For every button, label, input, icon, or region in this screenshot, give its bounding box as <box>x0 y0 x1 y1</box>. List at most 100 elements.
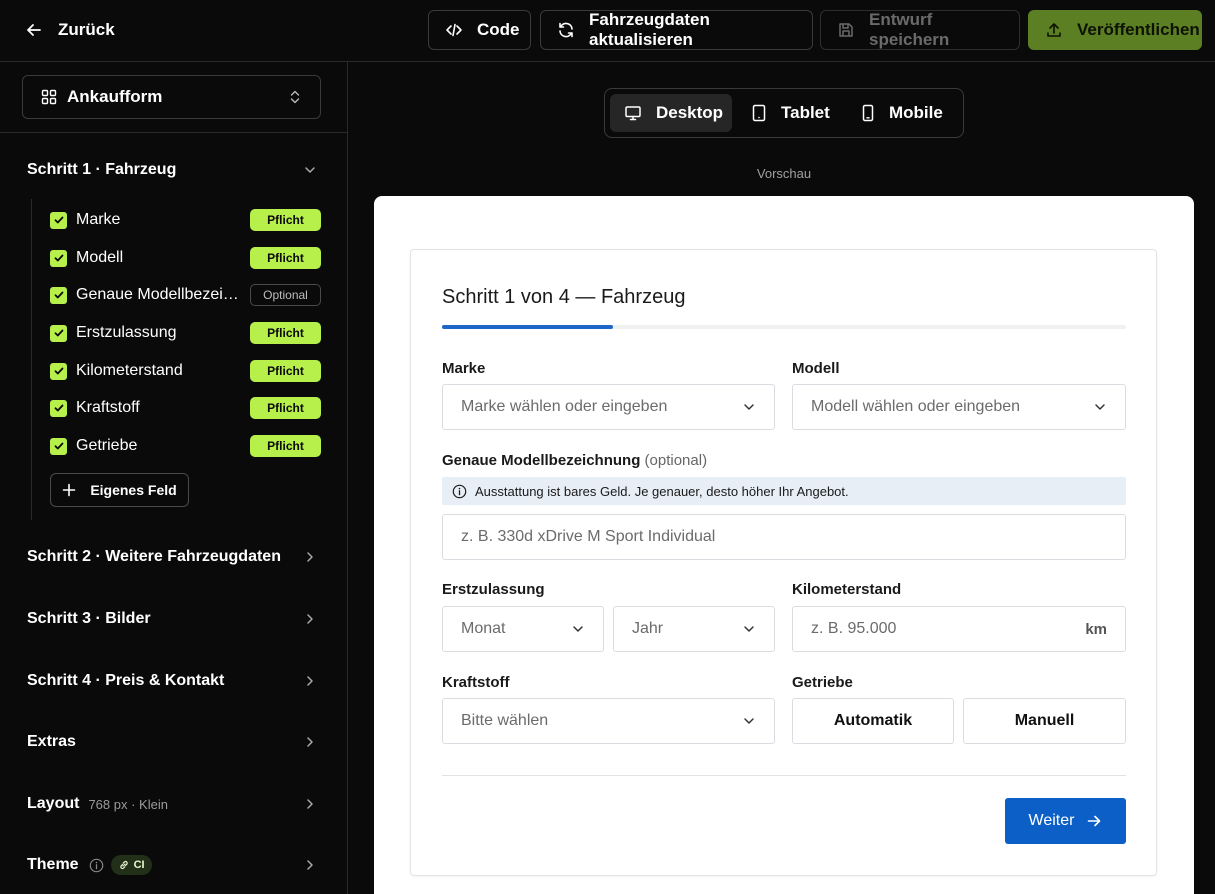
getriebe-option-automatik[interactable]: Automatik <box>792 698 954 744</box>
chevron-right-icon <box>303 797 317 811</box>
step-2-header[interactable]: Schritt 2 · Weitere Fahrzeugdaten <box>27 544 317 570</box>
modell-placeholder: Modell wählen oder eingeben <box>811 398 1021 415</box>
plus-icon <box>62 483 76 497</box>
modell-label: Modell <box>792 360 840 377</box>
step-1-label: Schritt 1 · Fahrzeug <box>27 161 177 178</box>
device-switcher: Desktop Tablet Mobile <box>604 88 964 138</box>
required-badge: Pflicht <box>250 435 321 457</box>
tablet-label: Tablet <box>781 103 830 122</box>
hint-text: Ausstattung ist bares Geld. Je genauer, … <box>475 483 849 499</box>
progress-bar <box>442 325 1126 329</box>
required-badge: Pflicht <box>250 397 321 419</box>
info-icon[interactable] <box>89 858 104 873</box>
marke-placeholder: Marke wählen oder eingeben <box>461 398 668 415</box>
back-button[interactable]: Zurück <box>24 16 115 44</box>
layout-header[interactable]: Layout 768 px · Klein <box>27 791 317 817</box>
year-select[interactable]: Jahr <box>613 606 775 652</box>
theme-header[interactable]: Theme CI <box>27 852 317 878</box>
publish-button[interactable]: Veröffentlichen <box>1028 10 1202 50</box>
required-badge: Pflicht <box>250 360 321 382</box>
device-mobile-tab[interactable]: Mobile <box>847 94 957 132</box>
top-bar: Zurück Code Fahrzeugdaten aktualisieren … <box>0 0 1215 62</box>
field-item-modellbezeichnung[interactable]: Genaue Modellbezeichnung Optional <box>50 283 321 307</box>
smartphone-icon <box>861 104 875 122</box>
hint-box: Ausstattung ist bares Geld. Je genauer, … <box>442 477 1126 505</box>
chevron-down-icon <box>742 622 756 636</box>
checkbox-checked-icon[interactable] <box>50 324 67 342</box>
step-3-header[interactable]: Schritt 3 · Bilder <box>27 606 317 632</box>
modellbezeichnung-placeholder: z. B. 330d xDrive M Sport Individual <box>461 528 716 545</box>
code-button[interactable]: Code <box>428 10 531 50</box>
checkbox-checked-icon[interactable] <box>50 211 67 229</box>
marke-select[interactable]: Marke wählen oder eingeben <box>442 384 775 430</box>
grid-icon <box>41 89 57 105</box>
checkbox-checked-icon[interactable] <box>50 362 67 380</box>
sidebar: Ankaufform Schritt 1 · Fahrzeug Marke Pf… <box>0 62 348 894</box>
marke-label: Marke <box>442 360 486 377</box>
code-icon <box>445 21 463 39</box>
save-icon <box>837 21 855 39</box>
field-item-getriebe[interactable]: Getriebe Pflicht <box>50 434 321 458</box>
form-type-select[interactable]: Ankaufform <box>22 75 321 119</box>
kraftstoff-placeholder: Bitte wählen <box>461 712 549 729</box>
arrow-right-icon <box>1086 813 1102 829</box>
add-custom-field-button[interactable]: Eigenes Feld <box>50 473 189 507</box>
extras-header[interactable]: Extras <box>27 729 317 755</box>
device-tablet-tab[interactable]: Tablet <box>737 94 844 132</box>
field-item-kilometerstand[interactable]: Kilometerstand Pflicht <box>50 359 321 383</box>
field-label: Getriebe <box>76 437 138 454</box>
upload-icon <box>1045 21 1063 39</box>
layout-label: Layout <box>27 795 80 812</box>
modell-select[interactable]: Modell wählen oder eingeben <box>792 384 1126 430</box>
field-label: Kilometerstand <box>76 362 183 379</box>
save-draft-button[interactable]: Entwurf speichern <box>820 10 1020 50</box>
preview-label: Vorschau <box>756 166 812 181</box>
month-select[interactable]: Monat <box>442 606 604 652</box>
step-4-header[interactable]: Schritt 4 · Preis & Kontakt <box>27 668 317 694</box>
refresh-vehicle-data-button[interactable]: Fahrzeugdaten aktualisieren <box>540 10 813 50</box>
step-1-header[interactable]: Schritt 1 · Fahrzeug <box>27 157 317 183</box>
field-label: Erstzulassung <box>76 324 177 341</box>
step-2-label: Schritt 2 · Weitere Fahrzeugdaten <box>27 548 281 565</box>
add-field-label: Eigenes Feld <box>90 482 177 498</box>
field-item-marke[interactable]: Marke Pflicht <box>50 208 321 232</box>
preview-canvas: Schritt 1 von 4 — Fahrzeug Marke Marke w… <box>374 196 1194 894</box>
checkbox-checked-icon[interactable] <box>50 286 67 304</box>
next-button[interactable]: Weiter <box>1005 798 1126 844</box>
field-label: Kraftstoff <box>76 399 140 416</box>
field-item-modell[interactable]: Modell Pflicht <box>50 246 321 270</box>
checkbox-checked-icon[interactable] <box>50 399 67 417</box>
field-item-kraftstoff[interactable]: Kraftstoff Pflicht <box>50 396 321 420</box>
checkbox-checked-icon[interactable] <box>50 437 67 455</box>
field-label: Modell <box>76 249 124 266</box>
field-item-erstzulassung[interactable]: Erstzulassung Pflicht <box>50 321 321 345</box>
kraftstoff-label: Kraftstoff <box>442 674 510 691</box>
kilometerstand-input[interactable]: z. B. 95.000 km <box>792 606 1126 652</box>
save-draft-label: Entwurf speichern <box>869 10 950 49</box>
form-card: Schritt 1 von 4 — Fahrzeug Marke Marke w… <box>410 249 1157 876</box>
getriebe-option-manuell[interactable]: Manuell <box>963 698 1126 744</box>
field-label: Genaue Modellbezeichnung <box>76 286 242 303</box>
desktop-label: Desktop <box>656 103 724 122</box>
chevron-up-down-icon <box>288 89 302 105</box>
chevron-down-icon <box>303 163 317 177</box>
kilometerstand-label: Kilometerstand <box>792 581 902 598</box>
refresh-label: Fahrzeugdaten aktualisieren <box>589 10 710 49</box>
ci-chip: CI <box>110 855 152 875</box>
arrow-left-icon <box>24 20 44 40</box>
field-label: Marke <box>76 211 121 228</box>
device-desktop-tab[interactable]: Desktop <box>610 94 732 132</box>
kraftstoff-select[interactable]: Bitte wählen <box>442 698 775 744</box>
theme-label: Theme <box>27 856 79 873</box>
form-step-title: Schritt 1 von 4 — Fahrzeug <box>442 286 686 308</box>
monitor-icon <box>624 104 642 122</box>
info-icon <box>452 484 467 499</box>
checkbox-checked-icon[interactable] <box>50 249 67 267</box>
chevron-down-icon <box>742 400 756 414</box>
chevron-down-icon <box>1093 400 1107 414</box>
optional-badge: Optional <box>250 284 321 306</box>
modellbezeichnung-input[interactable]: z. B. 330d xDrive M Sport Individual <box>442 514 1126 560</box>
chevron-right-icon <box>303 735 317 749</box>
month-placeholder: Monat <box>461 620 506 637</box>
code-label: Code <box>477 20 520 39</box>
